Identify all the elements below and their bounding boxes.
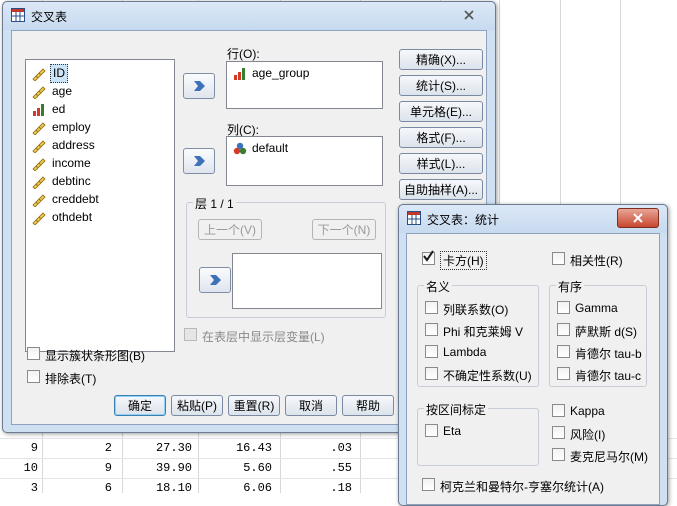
uncertainty-coefficient-checkbox[interactable] <box>425 367 438 380</box>
ordinal-title: 有序 <box>556 278 585 295</box>
suppress-tables-label: 排除表(T) <box>45 372 97 386</box>
scale-variable-icon <box>32 157 46 172</box>
cells-button[interactable]: 单元格(E)... <box>399 101 483 122</box>
kendall-tau-c-checkbox[interactable] <box>557 367 570 380</box>
list-item[interactable]: income <box>30 155 174 172</box>
phi-cramer-label: Phi 和克莱姆 V <box>443 325 524 339</box>
scale-variable-icon <box>32 175 46 190</box>
row-label: 行(O): <box>227 47 260 61</box>
arrow-right-icon <box>194 81 205 91</box>
close-icon[interactable] <box>451 6 487 24</box>
arrow-right-icon <box>194 156 205 166</box>
show-layer-variables-label: 在表层中显示层变量(L) <box>202 330 325 344</box>
close-icon[interactable] <box>617 208 659 228</box>
crosstabs-title: 交叉表 <box>31 10 68 24</box>
contingency-coefficient-checkbox[interactable] <box>425 301 438 314</box>
cmh-checkbox[interactable] <box>422 478 435 491</box>
scale-variable-icon <box>32 193 46 208</box>
move-to-row-button[interactable] <box>183 73 215 99</box>
statistics-button[interactable]: 统计(S)... <box>399 75 483 96</box>
list-item[interactable]: ed <box>30 101 174 118</box>
chi-square-label: 卡方(H) <box>440 251 487 270</box>
show-layer-variables-checkbox[interactable] <box>184 328 197 341</box>
risk-checkbox[interactable] <box>552 426 565 439</box>
statistics-title: 交叉表：统计 <box>427 213 500 227</box>
layer-title: 层 1 / 1 <box>193 195 236 212</box>
scale-variable-icon <box>32 121 46 136</box>
correlations-label: 相关性(R) <box>570 254 623 268</box>
somers-d-label: 萨默斯 d(S) <box>575 325 638 339</box>
nominal-title: 名义 <box>424 278 453 295</box>
bootstrap-button[interactable]: 自助抽样(A)... <box>399 179 483 200</box>
source-variable-list[interactable]: ID age ed employ address income debtinc … <box>25 59 175 352</box>
mcnemar-label: 麦克尼马尔(M) <box>570 450 648 464</box>
layer-variable-list[interactable] <box>232 253 382 309</box>
help-button[interactable]: 帮助 <box>342 395 394 416</box>
eta-label: Eta <box>443 424 462 438</box>
interval-title: 按区间标定 <box>424 401 489 418</box>
ok-button[interactable]: 确定 <box>114 395 166 416</box>
list-item[interactable]: debtinc <box>30 173 174 190</box>
eta-checkbox[interactable] <box>425 424 438 437</box>
scale-variable-icon <box>32 85 46 100</box>
list-item[interactable]: employ <box>30 119 174 136</box>
gamma-checkbox[interactable] <box>557 301 570 314</box>
kappa-checkbox[interactable] <box>552 404 565 417</box>
column-variable-list[interactable]: default <box>226 136 383 186</box>
clustered-bar-checkbox[interactable] <box>27 347 40 360</box>
list-item[interactable]: age_group <box>252 66 309 80</box>
ordinal-variable-icon <box>233 67 247 81</box>
style-button[interactable]: 样式(L)... <box>399 153 483 174</box>
list-item[interactable]: default <box>252 141 288 155</box>
lambda-label: Lambda <box>443 345 487 359</box>
list-item[interactable]: ID <box>30 64 174 83</box>
statistics-titlebar[interactable]: 交叉表：统计 <box>399 205 667 233</box>
arrow-right-icon <box>210 275 221 285</box>
format-button[interactable]: 格式(F)... <box>399 127 483 148</box>
statistics-client-area: 卡方(H) 相关性(R) 名义 列联系数(O) Phi 和克莱姆 V Lambd… <box>406 233 660 505</box>
lambda-checkbox[interactable] <box>425 345 438 358</box>
paste-button[interactable]: 粘贴(P) <box>171 395 223 416</box>
cancel-button[interactable]: 取消 <box>285 395 337 416</box>
exact-button[interactable]: 精确(X)... <box>399 49 483 70</box>
list-item[interactable]: creddebt <box>30 191 174 208</box>
ordinal-variable-icon <box>32 103 46 117</box>
suppress-tables-checkbox[interactable] <box>27 370 40 383</box>
scale-variable-icon <box>32 211 46 226</box>
interval-group: 按区间标定 <box>417 401 539 466</box>
kendall-tau-b-label: 肯德尔 tau-b <box>575 347 642 361</box>
list-item[interactable]: address <box>30 137 174 154</box>
list-item[interactable]: age <box>30 83 174 100</box>
move-to-layer-button[interactable] <box>199 267 231 293</box>
cmh-label: 柯克兰和曼特尔-亨塞尔统计(A) <box>440 480 604 494</box>
statistics-app-icon <box>407 211 421 225</box>
kendall-tau-b-checkbox[interactable] <box>557 345 570 358</box>
checkmark-icon <box>421 249 435 266</box>
scale-variable-icon <box>32 67 46 82</box>
list-item[interactable]: othdebt <box>30 209 174 226</box>
crosstabs-app-icon <box>11 8 25 22</box>
kendall-tau-c-label: 肯德尔 tau-c <box>575 369 642 383</box>
statistics-dialog: 交叉表：统计 卡方(H) 相关性(R) 名义 列联系数(O) Phi 和克莱姆 … <box>398 204 668 506</box>
move-to-column-button[interactable] <box>183 148 215 174</box>
somers-d-checkbox[interactable] <box>557 323 570 336</box>
phi-cramer-checkbox[interactable] <box>425 323 438 336</box>
correlations-checkbox[interactable] <box>552 252 565 265</box>
mcnemar-checkbox[interactable] <box>552 448 565 461</box>
risk-label: 风险(I) <box>570 428 606 442</box>
nominal-variable-icon <box>233 142 247 156</box>
gamma-label: Gamma <box>575 301 618 315</box>
uncertainty-coefficient-label: 不确定性系数(U) <box>443 369 532 383</box>
scale-variable-icon <box>32 139 46 154</box>
contingency-coefficient-label: 列联系数(O) <box>443 303 509 317</box>
row-variable-list[interactable]: age_group <box>226 61 383 109</box>
next-layer-button[interactable]: 下一个(N) <box>312 219 376 240</box>
clustered-bar-label: 显示簇状条形图(B) <box>45 349 145 363</box>
previous-layer-button[interactable]: 上一个(V) <box>198 219 262 240</box>
crosstabs-titlebar[interactable]: 交叉表 <box>3 2 495 30</box>
kappa-label: Kappa <box>570 404 605 418</box>
reset-button[interactable]: 重置(R) <box>228 395 280 416</box>
